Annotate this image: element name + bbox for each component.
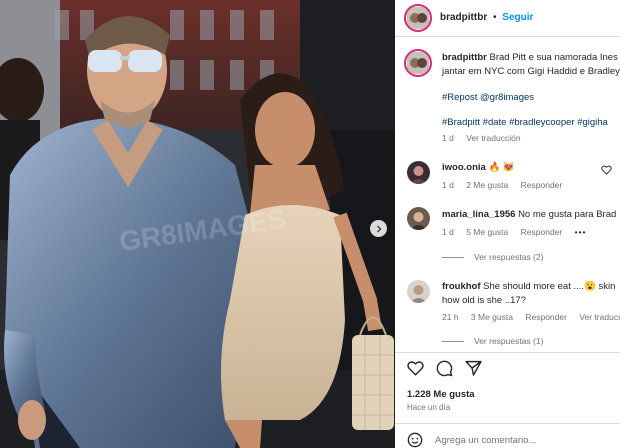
post-side-panel: bradpittbr • Seguir bradpittbr Brad Pitt… xyxy=(395,0,620,448)
author-username[interactable]: bradpittbr xyxy=(440,12,487,23)
post-photo-illustration: GR8IMAGES xyxy=(0,0,395,448)
reply-button[interactable]: Responder xyxy=(521,227,563,237)
caption-text: Brad Pitt e sua namorada Ines xyxy=(489,52,618,63)
comment-likes[interactable]: 2 Me gusta xyxy=(466,180,508,190)
view-replies-label: Ver respuestas (2) xyxy=(474,252,544,262)
view-replies-label: Ver respuestas (1) xyxy=(474,336,544,346)
add-comment-input[interactable] xyxy=(435,433,615,447)
post-timestamp: Hace un día xyxy=(407,403,451,412)
comment-3-meta: 21 h 3 Me gusta Responder Ver traducción xyxy=(442,312,620,322)
comment-text: No me gusta para Brad xyxy=(518,209,617,220)
caption-line-2: jantar em NYC com Gigi Haddid e Bradley xyxy=(442,66,620,77)
comment-time: 21 h xyxy=(442,312,459,322)
comment-likes[interactable]: 3 Me gusta xyxy=(471,312,513,322)
carousel-next-button[interactable] xyxy=(370,220,387,237)
reply-button[interactable]: Responder xyxy=(521,180,563,190)
comment-1-meta: 1 d 2 Me gusta Responder xyxy=(442,180,620,190)
commenter-avatar[interactable] xyxy=(407,207,430,230)
comment-likes[interactable]: 5 Me gusta xyxy=(466,227,508,237)
comment-time: 1 d xyxy=(442,227,454,237)
commenter-avatar[interactable] xyxy=(407,280,430,303)
more-options-button[interactable]: ••• xyxy=(575,227,587,237)
comment-1-line: iwoo.onia 🔥 😻 xyxy=(442,162,620,173)
avatar-image xyxy=(407,280,430,303)
comment-2-line: maria_lina_1956 No me gusta para Brad xyxy=(442,209,620,220)
author-avatar[interactable] xyxy=(404,4,432,32)
commenter-avatar[interactable] xyxy=(407,161,430,184)
comment-2-meta: 1 d 5 Me gusta Responder ••• xyxy=(442,227,620,237)
comment-3-line-2: how old is she ..17? xyxy=(442,295,526,306)
translate-link[interactable]: Ver traducción xyxy=(466,133,520,143)
comment-icon[interactable] xyxy=(436,360,453,377)
caption-avatar[interactable] xyxy=(404,49,432,77)
avatar-image xyxy=(407,52,429,74)
comment-time: 1 d xyxy=(442,180,454,190)
heart-icon[interactable] xyxy=(407,360,424,376)
actions-divider xyxy=(395,352,620,353)
comment-username[interactable]: froukhof xyxy=(442,281,481,292)
view-replies-toggle[interactable]: Ver respuestas (2) xyxy=(442,252,620,262)
follow-button[interactable]: Seguir xyxy=(502,12,533,23)
comment-3-line-1: froukhof She should more eat ....😮 skin xyxy=(442,281,620,292)
header-divider xyxy=(395,36,620,37)
heart-icon[interactable] xyxy=(601,165,612,175)
chevron-right-icon xyxy=(376,225,381,232)
translate-link[interactable]: Ver traducción xyxy=(579,312,620,322)
footer-divider xyxy=(395,423,620,424)
avatar-image xyxy=(407,161,430,184)
header-separator: • xyxy=(493,12,497,23)
post-image[interactable]: GR8IMAGES xyxy=(0,0,395,448)
repost-tag[interactable]: #Repost @gr8images xyxy=(442,92,620,103)
smiley-icon[interactable] xyxy=(407,432,423,448)
caption-hashtags[interactable]: #Bradpitt #date #bradleycooper #gigiha xyxy=(442,117,620,128)
view-replies-toggle[interactable]: Ver respuestas (1) xyxy=(442,336,620,346)
caption-meta: 1 d Ver traducción xyxy=(442,133,620,143)
paper-plane-icon[interactable] xyxy=(465,360,482,376)
post-header: bradpittbr • Seguir xyxy=(440,12,620,23)
caption-time: 1 d xyxy=(442,133,454,143)
reply-button[interactable]: Responder xyxy=(525,312,567,322)
likes-count[interactable]: 1.228 Me gusta xyxy=(407,389,620,400)
comment-text: She should more eat ....😮 skin xyxy=(483,281,616,292)
avatar-image xyxy=(407,207,430,230)
caption-username[interactable]: bradpittbr xyxy=(442,52,487,63)
comment-username[interactable]: iwoo.onia xyxy=(442,162,486,173)
comment-username[interactable]: maria_lina_1956 xyxy=(442,209,515,220)
replies-line xyxy=(442,257,464,259)
comment-text: 🔥 😻 xyxy=(488,162,515,173)
avatar-image xyxy=(407,7,429,29)
replies-line xyxy=(442,341,464,343)
caption-line-1: bradpittbr Brad Pitt e sua namorada Ines xyxy=(442,52,620,63)
